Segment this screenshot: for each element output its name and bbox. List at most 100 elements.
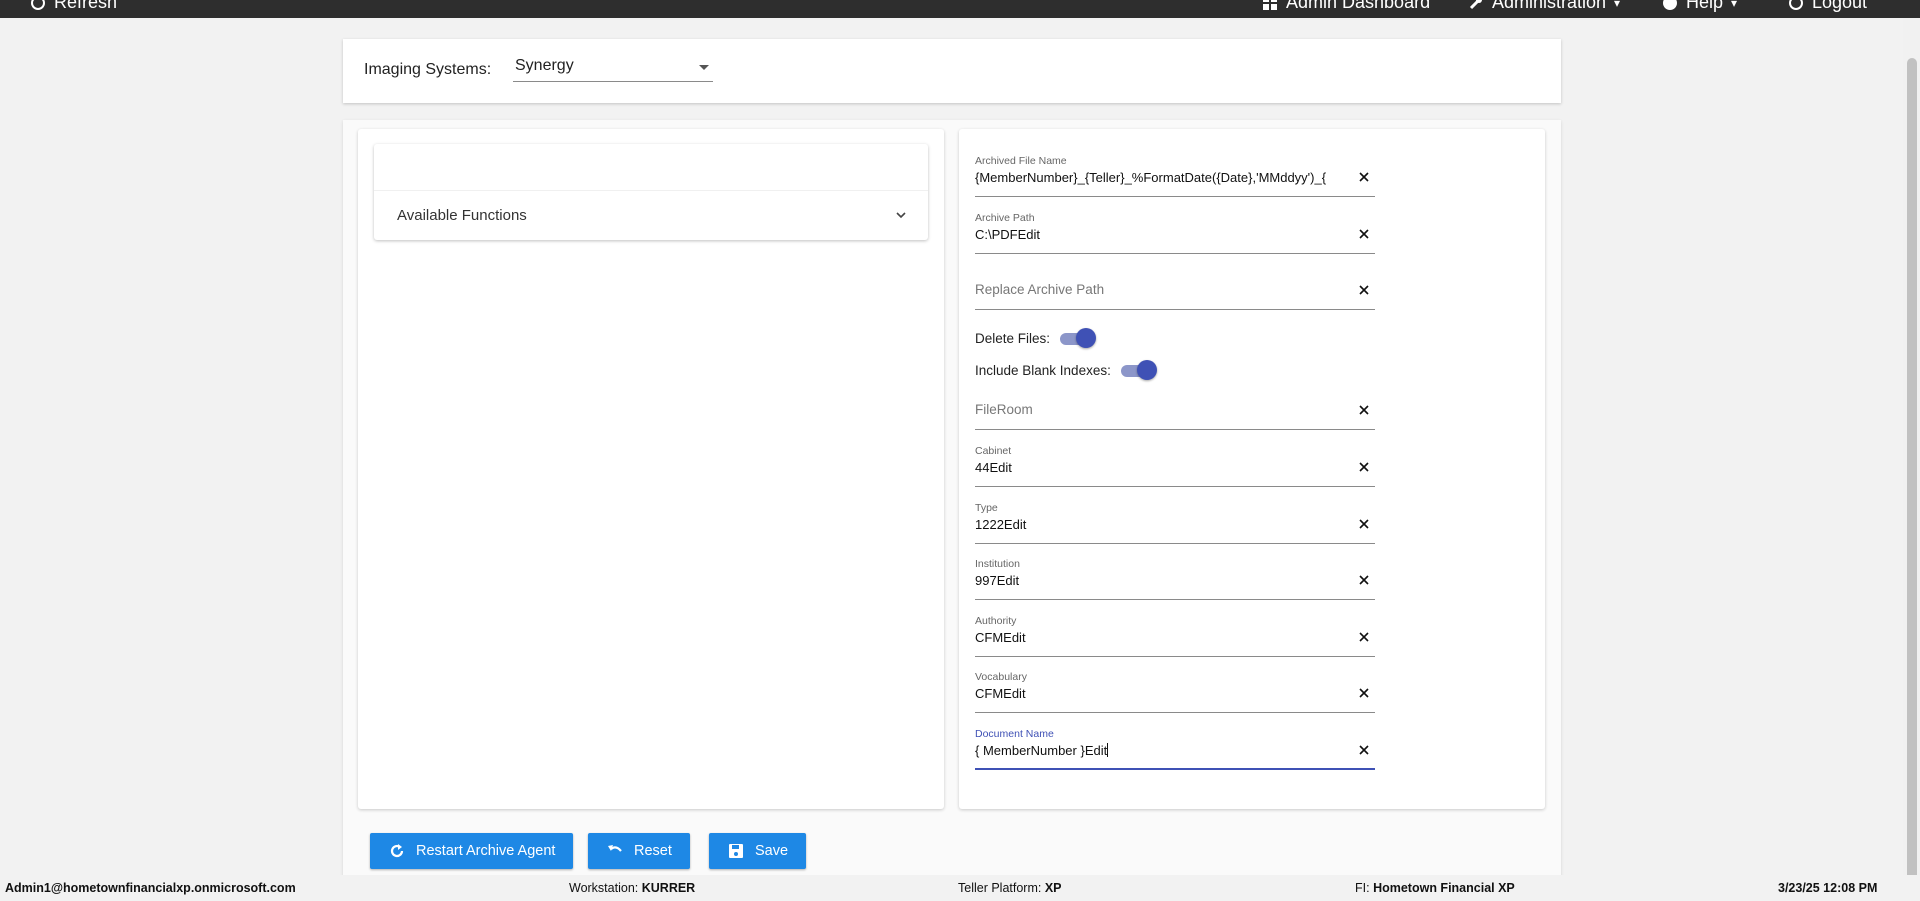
replace-archive-path-input[interactable]: Replace Archive Path <box>975 282 1104 297</box>
cabinet-field[interactable]: Cabinet 44Edit <box>975 443 1375 487</box>
archive-settings-form: Archived File Name {MemberNumber}_{Telle… <box>959 129 1545 809</box>
document-name-text: { MemberNumber }Edit <box>975 743 1108 758</box>
teller-platform-status: Teller Platform: XP <box>958 881 1062 895</box>
clear-icon[interactable] <box>1359 405 1369 415</box>
refresh-nav-item[interactable]: Refresh <box>30 0 117 13</box>
logout-label: Logout <box>1812 0 1868 12</box>
clear-icon[interactable] <box>1359 285 1369 295</box>
help-icon <box>1663 0 1677 10</box>
user-email: Admin1@hometownfinancialxp.onmicrosoft.c… <box>5 881 296 895</box>
text-cursor <box>1107 743 1109 757</box>
clear-icon[interactable] <box>1359 462 1369 472</box>
archive-path-input[interactable]: C:\PDFEdit <box>975 227 1345 242</box>
refresh-icon <box>31 0 45 10</box>
reset-label: Reset <box>634 843 672 859</box>
restart-archive-agent-label: Restart Archive Agent <box>416 843 556 859</box>
field-label: Institution <box>975 558 1020 570</box>
restart-archive-agent-button[interactable]: Restart Archive Agent <box>370 833 574 869</box>
field-label: Archive Path <box>975 212 1035 224</box>
workstation-status: Workstation: KURRER <box>569 881 695 895</box>
imaging-systems-select[interactable]: Synergy <box>513 54 713 82</box>
type-field[interactable]: Type 1222Edit <box>975 500 1375 544</box>
fi-label: FI: <box>1355 881 1370 895</box>
archive-path-field[interactable]: Archive Path C:\PDFEdit <box>975 210 1375 254</box>
vocabulary-field[interactable]: Vocabulary CFMEdit <box>975 669 1375 713</box>
replace-archive-path-field[interactable]: Replace Archive Path <box>975 266 1375 310</box>
reset-button[interactable]: Reset <box>588 833 690 869</box>
fileroom-input[interactable]: FileRoom <box>975 402 1033 417</box>
functions-card: Available Functions <box>358 129 944 809</box>
authority-field[interactable]: Authority CFMEdit <box>975 613 1375 657</box>
wrench-icon <box>1469 0 1482 9</box>
available-functions-label: Available Functions <box>397 207 527 224</box>
status-bar: Admin1@hometownfinancialxp.onmicrosoft.c… <box>0 875 1920 901</box>
vocabulary-input[interactable]: CFMEdit <box>975 686 1345 701</box>
undo-icon <box>608 845 622 852</box>
save-button[interactable]: Save <box>709 833 807 869</box>
document-name-input[interactable]: { MemberNumber }Edit <box>975 743 1345 758</box>
datetime: 3/23/25 12:08 PM <box>1778 881 1878 895</box>
type-input[interactable]: 1222Edit <box>975 517 1345 532</box>
help-nav-item[interactable]: Help ▾ <box>1662 0 1737 13</box>
clear-icon[interactable] <box>1359 745 1369 755</box>
workstation-value: KURRER <box>641 881 696 895</box>
clear-icon[interactable] <box>1359 172 1369 182</box>
toggle-thumb <box>1136 360 1157 380</box>
archived-file-name-input[interactable]: {MemberNumber}_{Teller}_%FormatDate({Dat… <box>975 170 1345 185</box>
field-label: Vocabulary <box>975 671 1027 683</box>
chevron-down-icon <box>896 212 906 219</box>
include-blank-indexes-toggle[interactable] <box>1119 360 1157 380</box>
logout-nav-item[interactable]: Logout <box>1788 0 1867 13</box>
delete-files-row: Delete Files: <box>975 326 1097 350</box>
top-navbar: Refresh Admin Dashboard Administration ▾… <box>0 0 1920 18</box>
authority-input[interactable]: CFMEdit <box>975 630 1345 645</box>
clear-icon[interactable] <box>1359 229 1369 239</box>
functions-toolbar <box>374 144 928 191</box>
clear-icon[interactable] <box>1359 519 1369 529</box>
teller-platform-value: XP <box>1044 881 1062 895</box>
fi-value: Hometown Financial XP <box>1373 881 1515 895</box>
archived-file-name-field[interactable]: Archived File Name {MemberNumber}_{Telle… <box>975 153 1375 197</box>
admin-dashboard-label: Admin Dashboard <box>1286 0 1431 12</box>
include-blank-indexes-label: Include Blank Indexes: <box>975 362 1111 378</box>
document-name-field[interactable]: Document Name { MemberNumber }Edit <box>975 726 1375 770</box>
dashboard-icon <box>1263 0 1277 10</box>
imaging-systems-label: Imaging Systems: <box>364 61 492 78</box>
field-label: Cabinet <box>975 445 1012 457</box>
field-label: Archived File Name <box>975 155 1067 167</box>
admin-dashboard-nav-item[interactable]: Admin Dashboard <box>1262 0 1430 13</box>
administration-nav-item[interactable]: Administration ▾ <box>1468 0 1620 13</box>
fileroom-field[interactable]: FileRoom <box>975 386 1375 430</box>
institution-input[interactable]: 997Edit <box>975 573 1345 588</box>
save-label: Save <box>755 843 789 859</box>
teller-platform-label: Teller Platform: <box>958 881 1042 895</box>
delete-files-toggle[interactable] <box>1058 328 1097 348</box>
clear-icon[interactable] <box>1359 688 1369 698</box>
available-functions-expansion: Available Functions <box>374 144 928 240</box>
chevron-down-icon: ▾ <box>1614 0 1621 10</box>
refresh-label: Refresh <box>54 0 118 12</box>
fi-status: FI: Hometown Financial XP <box>1355 881 1515 895</box>
clear-icon[interactable] <box>1359 632 1369 642</box>
include-blank-indexes-row: Include Blank Indexes: <box>975 358 1157 382</box>
workstation-label: Workstation: <box>569 881 639 895</box>
scrollbar-thumb[interactable] <box>1907 58 1917 896</box>
restart-icon <box>390 844 404 858</box>
imaging-systems-value: Synergy <box>515 57 574 74</box>
page-scrollbar[interactable] <box>1903 18 1920 896</box>
help-label: Help <box>1686 0 1724 12</box>
dropdown-arrow-icon <box>699 65 709 70</box>
institution-field[interactable]: Institution 997Edit <box>975 556 1375 600</box>
field-label: Authority <box>975 615 1017 627</box>
clear-icon[interactable] <box>1359 575 1369 585</box>
imaging-systems-card: Imaging Systems: Synergy <box>343 39 1561 103</box>
field-label: Type <box>975 502 998 514</box>
available-functions-header[interactable]: Available Functions <box>374 191 928 240</box>
chevron-down-icon: ▾ <box>1731 0 1738 10</box>
save-icon <box>729 844 743 858</box>
logout-icon <box>1789 0 1803 10</box>
administration-label: Administration <box>1492 0 1607 12</box>
cabinet-input[interactable]: 44Edit <box>975 460 1345 475</box>
delete-files-label: Delete Files: <box>975 330 1051 346</box>
field-label: Document Name <box>975 728 1054 740</box>
